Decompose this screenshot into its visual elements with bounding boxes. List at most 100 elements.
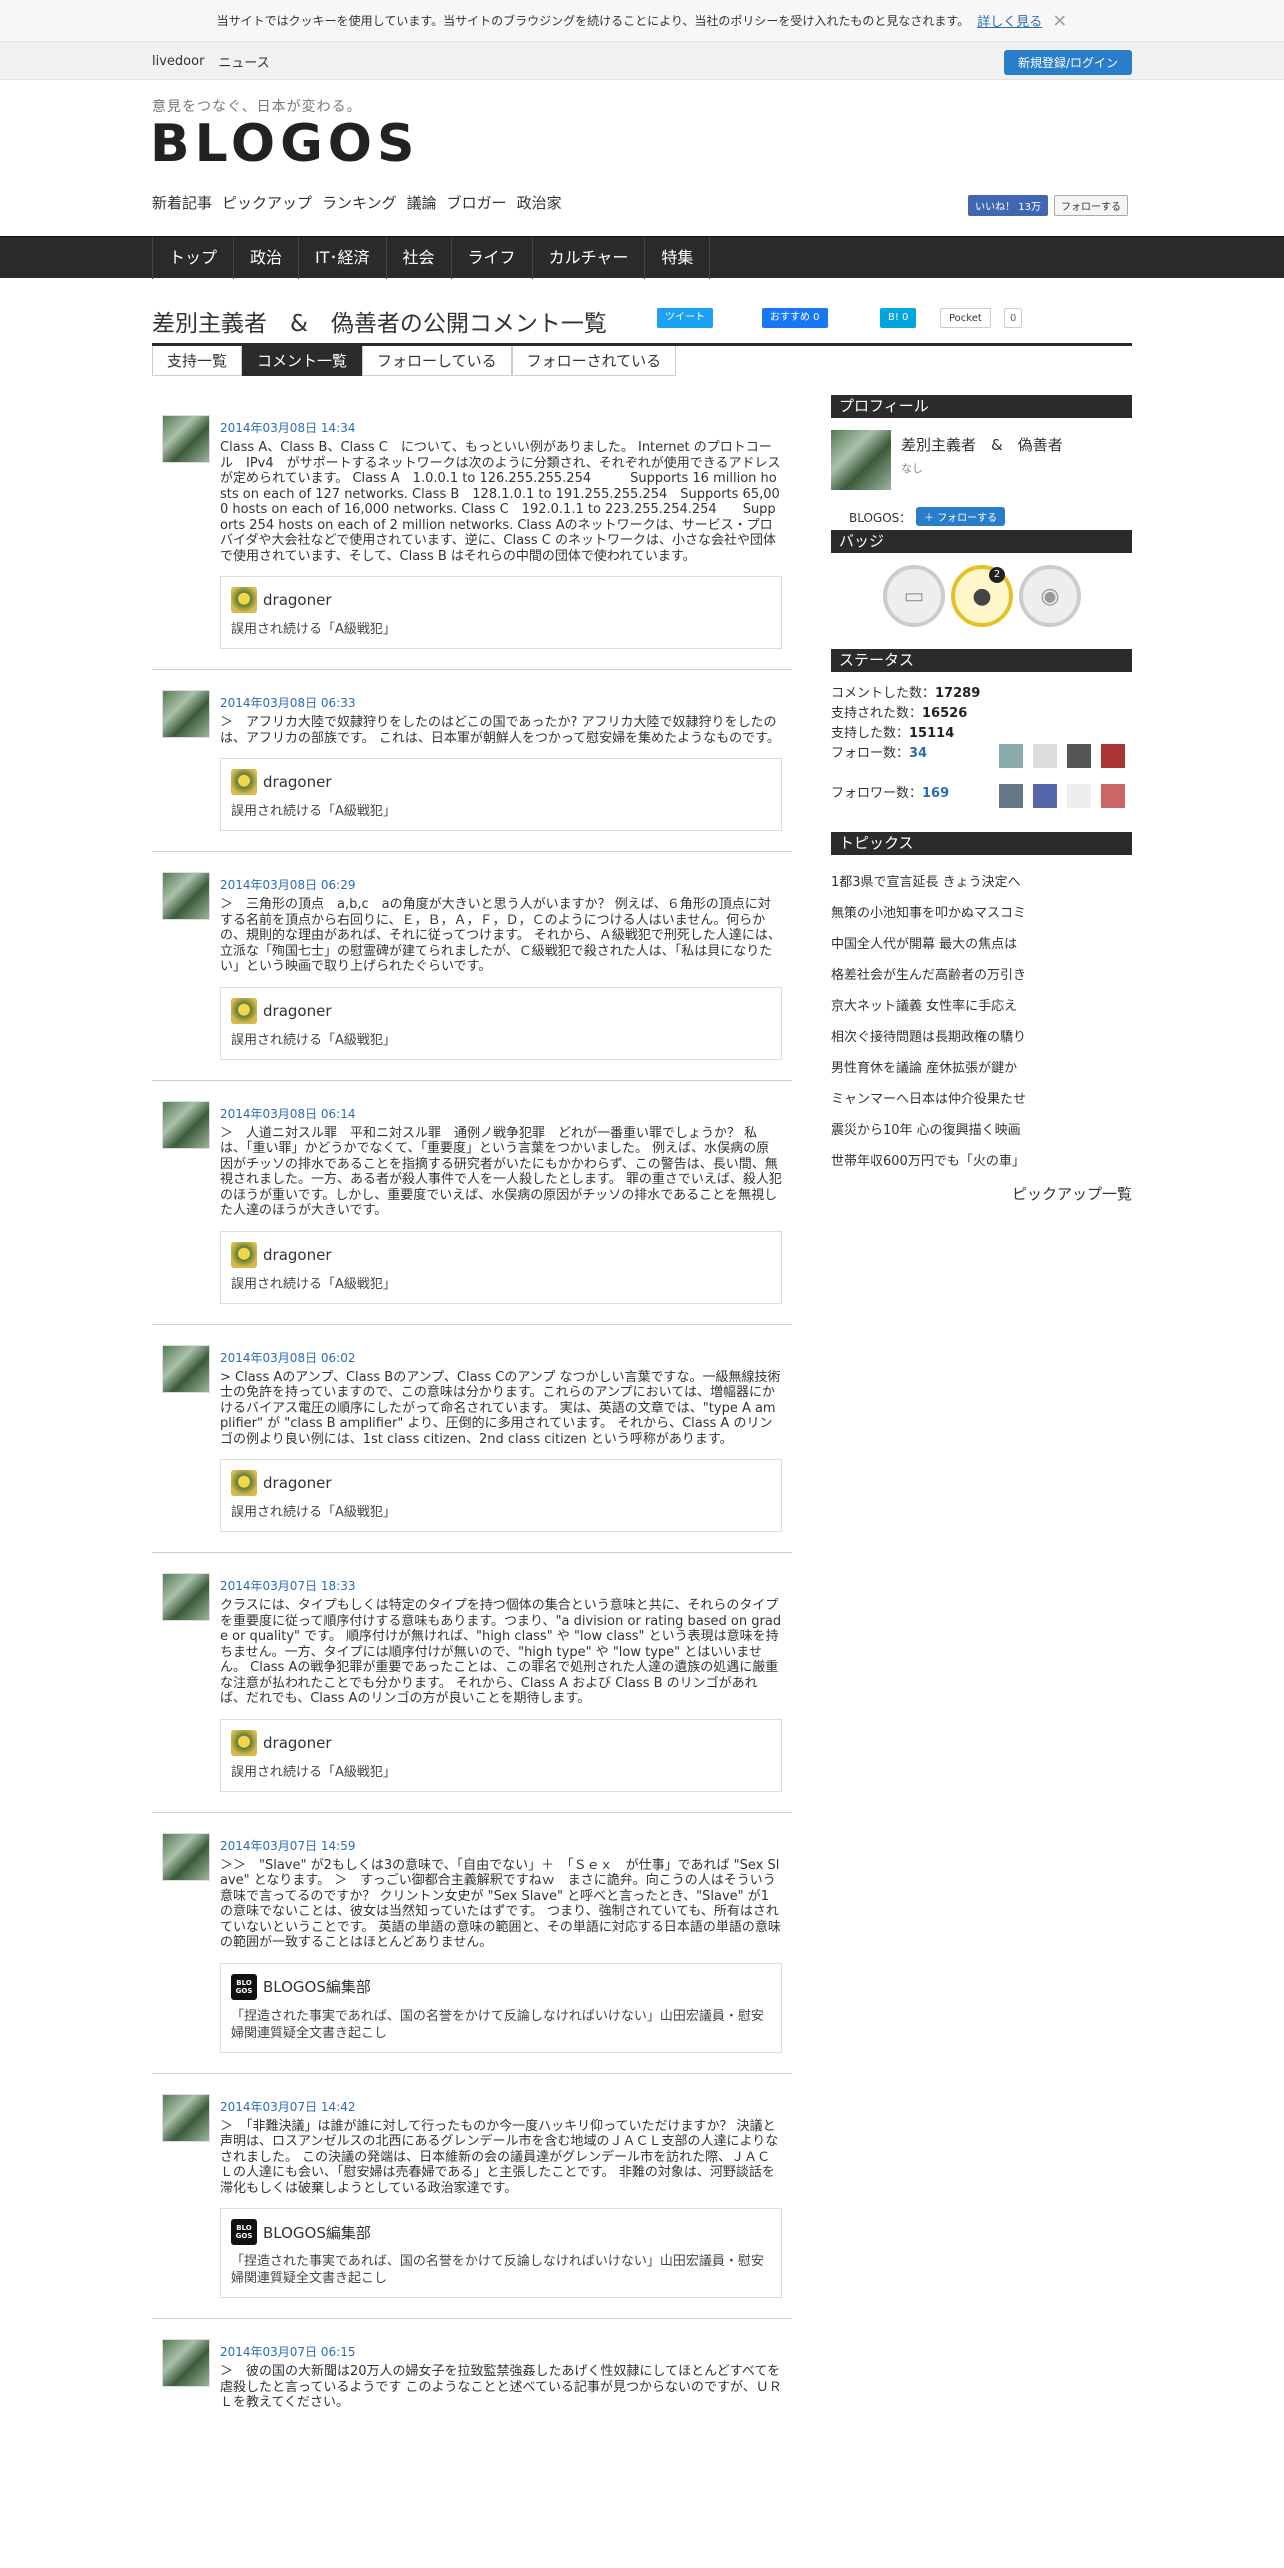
avatar[interactable] xyxy=(162,1573,210,1621)
topic-link[interactable]: 中国全人代が開幕 最大の焦点は xyxy=(831,929,1132,960)
comment-text: > Class Aのアンプ、Class Bのアンプ、Class Cのアンプ なつ… xyxy=(220,1369,781,1447)
nav-top[interactable]: トップ xyxy=(152,237,233,279)
subnav-pickup[interactable]: ピックアップ xyxy=(222,192,312,213)
related-article[interactable]: dragoner 誤用され続ける「A級戦犯」 xyxy=(220,576,782,649)
nav-it-economy[interactable]: IT･経済 xyxy=(298,237,386,279)
twitter-follow-button[interactable]: フォローする xyxy=(1054,195,1128,216)
nav-society[interactable]: 社会 xyxy=(385,237,451,279)
article-title[interactable]: 「捏造された事実であれば、国の名誉をかけて反論しなければいけない」山田宏議員・慰… xyxy=(231,2253,771,2287)
avatar[interactable] xyxy=(162,1832,210,1881)
article-title[interactable]: 「捏造された事実であれば、国の名誉をかけて反論しなければいけない」山田宏議員・慰… xyxy=(231,2008,771,2042)
hatena-bookmark-button[interactable]: B! 0 xyxy=(880,308,917,328)
stat-value[interactable]: 169 xyxy=(922,786,949,801)
follow-button[interactable]: ＋ フォローする xyxy=(916,507,1006,526)
stat-value[interactable]: 34 xyxy=(909,746,927,761)
livedoor-link[interactable]: livedoor xyxy=(152,54,204,69)
subnav-new[interactable]: 新着記事 xyxy=(152,192,212,213)
topic-link[interactable]: 京大ネット議義 女性率に手応え xyxy=(831,991,1132,1022)
tweet-button[interactable]: ツイート xyxy=(657,308,713,328)
tab-comment-list[interactable]: コメント一覧 xyxy=(242,346,363,376)
social-buttons: いいね！ 13万 フォローする xyxy=(968,195,1128,216)
related-article[interactable]: dragoner 誤用され続ける「A級戦犯」 xyxy=(220,1230,782,1304)
avatar[interactable] xyxy=(162,1100,210,1149)
avatar[interactable] xyxy=(999,784,1023,808)
avatar[interactable] xyxy=(162,415,210,463)
comment-date[interactable]: 2014年03月07日 18:33 xyxy=(220,1577,782,1594)
comment-date[interactable]: 2014年03月07日 14:42 xyxy=(220,2098,782,2115)
article-title[interactable]: 誤用され続ける「A級戦犯」 xyxy=(231,1764,771,1781)
article-title[interactable]: 誤用され続ける「A級戦犯」 xyxy=(231,1032,771,1049)
avatar[interactable] xyxy=(162,872,210,920)
avatar[interactable] xyxy=(1033,784,1057,808)
tab-following[interactable]: フォローしている xyxy=(362,346,512,376)
cookie-more-link[interactable]: 詳しく見る xyxy=(977,11,1042,30)
speaker-badge-icon[interactable]: ● 2 xyxy=(951,565,1013,627)
avatar xyxy=(831,430,891,490)
article-title[interactable]: 誤用され続ける「A級戦犯」 xyxy=(231,1504,771,1521)
page-title: 差別主義者 & 偽善者の公開コメント一覧 xyxy=(152,311,607,337)
facebook-like-button[interactable]: いいね！ 13万 xyxy=(968,195,1048,216)
person-badge-icon[interactable]: ◉ xyxy=(1019,565,1081,627)
avatar[interactable] xyxy=(1033,744,1057,768)
topic-link[interactable]: 男性育休を議論 産休拡張が鍵か xyxy=(831,1053,1132,1084)
comment-date[interactable]: 2014年03月07日 06:15 xyxy=(220,2343,782,2360)
tab-support-list[interactable]: 支持一覧 xyxy=(152,346,243,376)
blogger-avatar xyxy=(231,1729,257,1756)
comment-date[interactable]: 2014年03月07日 14:59 xyxy=(220,1837,782,1854)
newspaper-badge-icon[interactable]: ▭ xyxy=(883,565,945,627)
avatar[interactable] xyxy=(1101,784,1125,808)
tab-followers[interactable]: フォローされている xyxy=(511,346,677,376)
stat-label: コメントした数： xyxy=(831,686,936,701)
blogger-avatar xyxy=(231,587,257,613)
topic-link[interactable]: 世帯年収600万円でも「火の車」 xyxy=(831,1146,1132,1177)
avatar[interactable] xyxy=(162,2339,210,2387)
related-article[interactable]: dragoner 誤用され続ける「A級戦犯」 xyxy=(220,758,782,831)
pocket-button[interactable]: Pocket xyxy=(940,308,991,328)
article-title[interactable]: 誤用され続ける「A級戦犯」 xyxy=(231,803,771,820)
topic-link[interactable]: 相次ぐ接待問題は長期政権の驕り xyxy=(831,1022,1132,1053)
avatar[interactable] xyxy=(999,744,1023,768)
pocket-count: 0 xyxy=(1004,308,1023,328)
topic-link[interactable]: 格差社会が生んだ高齢者の万引き xyxy=(831,960,1132,991)
topic-link[interactable]: 無策の小池知事を叩かぬマスコミ xyxy=(831,898,1132,929)
avatar[interactable] xyxy=(162,1344,210,1393)
pickup-list-link[interactable]: ピックアップ一覧 xyxy=(831,1183,1132,1204)
nav-culture[interactable]: カルチャー xyxy=(531,237,645,279)
subnav-politician[interactable]: 政治家 xyxy=(517,192,562,213)
profile-box: 差別主義者 & 偽善者 なし BLOGOS： ＋ フォローする xyxy=(831,430,1132,530)
register-login-button[interactable]: 新規登録/ログイン xyxy=(1003,50,1132,75)
blogger-avatar xyxy=(231,1241,257,1268)
article-title[interactable]: 誤用され続ける「A級戦犯」 xyxy=(231,621,771,638)
related-article[interactable]: BLO GOS BLOGOS編集部 「捏造された事実であれば、国の名誉をかけて反論し… xyxy=(220,1962,782,2053)
site-logo[interactable]: BLOGOS xyxy=(150,114,419,174)
nav-politics[interactable]: 政治 xyxy=(233,237,298,279)
nav-life[interactable]: ライフ xyxy=(450,237,532,279)
subnav-discussion[interactable]: 議論 xyxy=(407,192,437,213)
nav-feature[interactable]: 特集 xyxy=(644,237,711,279)
comment-date[interactable]: 2014年03月08日 06:02 xyxy=(220,1349,782,1366)
facebook-recommend-button[interactable]: おすすめ 0 xyxy=(762,308,828,328)
subnav-blogger[interactable]: ブロガー xyxy=(447,192,507,213)
avatar[interactable] xyxy=(1101,744,1125,768)
subnav-ranking[interactable]: ランキング xyxy=(322,192,397,213)
avatar[interactable] xyxy=(1067,784,1091,808)
related-article[interactable]: dragoner 誤用され続ける「A級戦犯」 xyxy=(220,986,782,1060)
comment-date[interactable]: 2014年03月08日 06:14 xyxy=(220,1105,782,1122)
avatar[interactable] xyxy=(162,690,210,738)
related-article[interactable]: dragoner 誤用され続ける「A級戦犯」 xyxy=(220,1718,782,1792)
blogger-name: dragoner xyxy=(263,1001,332,1020)
related-article[interactable]: dragoner 誤用され続ける「A級戦犯」 xyxy=(220,1459,782,1532)
comment-date[interactable]: 2014年03月08日 14:34 xyxy=(220,419,782,436)
article-title[interactable]: 誤用され続ける「A級戦犯」 xyxy=(231,1276,771,1293)
badge-count: 2 xyxy=(989,567,1005,583)
comment-date[interactable]: 2014年03月08日 06:29 xyxy=(220,876,782,893)
news-link[interactable]: ニュース xyxy=(218,52,269,71)
related-article[interactable]: BLO GOS BLOGOS編集部 「捏造された事実であれば、国の名誉をかけて反論し… xyxy=(220,2208,782,2298)
comment-date[interactable]: 2014年03月08日 06:33 xyxy=(220,694,782,711)
topic-link[interactable]: ミャンマーへ日本は仲介役果たせ xyxy=(831,1084,1132,1115)
avatar[interactable] xyxy=(1067,744,1091,768)
close-icon[interactable]: × xyxy=(1052,11,1067,30)
topic-link[interactable]: 1都3県で宣言延長 きょう決定へ xyxy=(831,867,1132,898)
topic-link[interactable]: 震災から10年 心の復興描く映画 xyxy=(831,1115,1132,1146)
avatar[interactable] xyxy=(162,2093,210,2142)
